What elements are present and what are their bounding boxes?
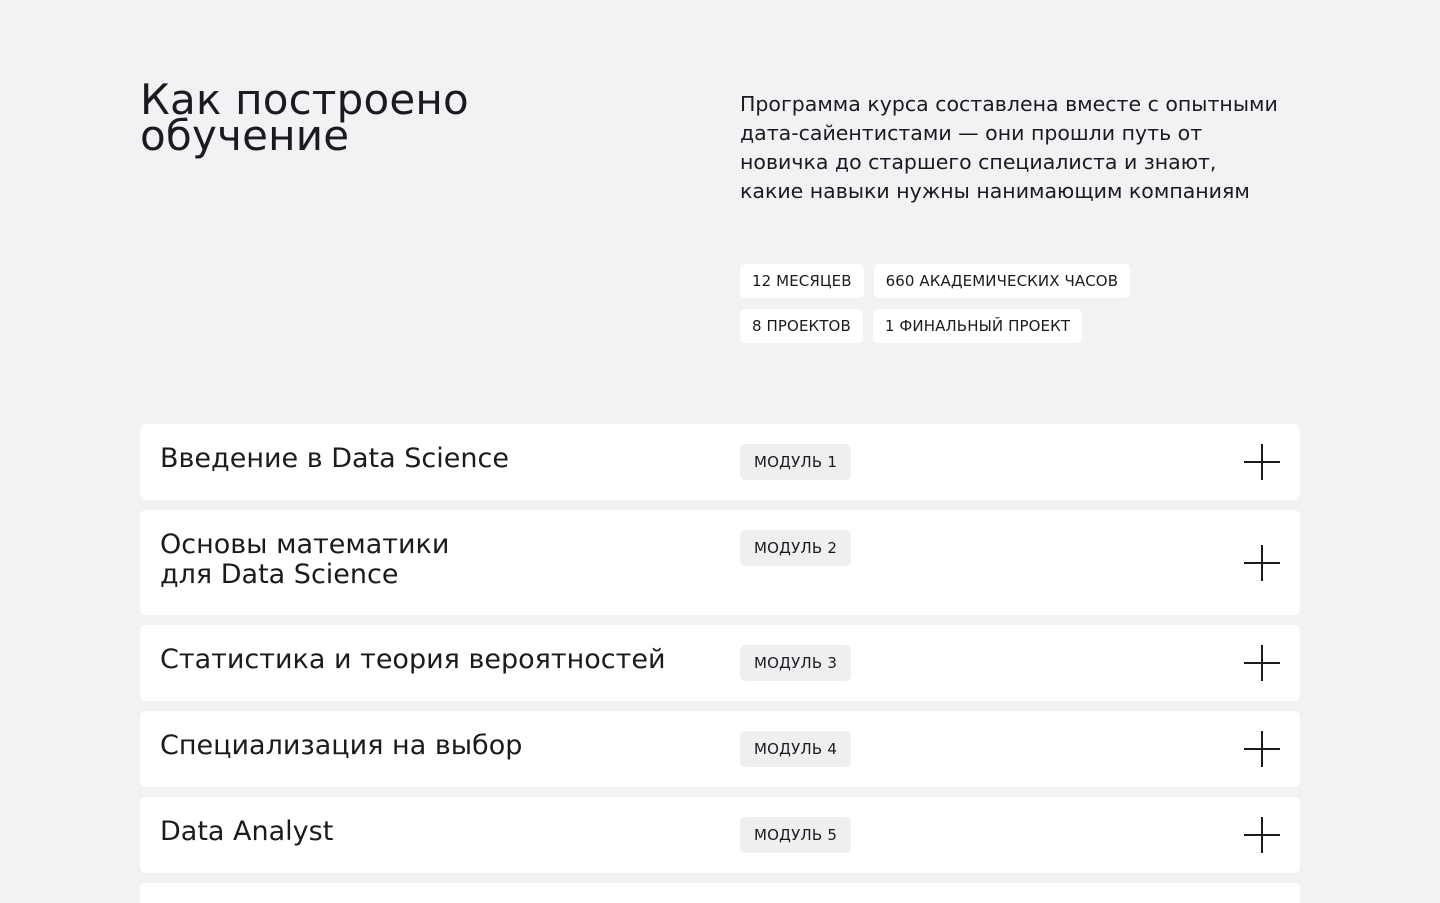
module-item-1[interactable]: Введение в Data Science МОДУЛЬ 1: [140, 424, 1300, 500]
course-facts: 12 МЕСЯЦЕВ 660 АКАДЕМИЧЕСКИХ ЧАСОВ 8 ПРО…: [740, 264, 1300, 354]
plus-icon[interactable]: [1244, 645, 1280, 681]
module-badge: МОДУЛЬ 3: [740, 645, 852, 681]
module-item-next-partial[interactable]: [140, 883, 1300, 903]
plus-icon[interactable]: [1244, 817, 1280, 853]
module-badge: МОДУЛЬ 5: [740, 817, 852, 853]
module-badge: МОДУЛЬ 1: [740, 444, 852, 480]
module-badge: МОДУЛЬ 4: [740, 731, 852, 767]
course-facts-row: 12 МЕСЯЦЕВ 660 АКАДЕМИЧЕСКИХ ЧАСОВ: [740, 264, 1300, 298]
module-title: Статистика и теория вероятностей: [160, 644, 666, 675]
fact-tag-projects: 8 ПРОЕКТОВ: [740, 309, 863, 343]
fact-tag-duration: 12 МЕСЯЦЕВ: [740, 264, 864, 298]
plus-icon[interactable]: [1244, 544, 1280, 581]
plus-icon[interactable]: [1244, 731, 1280, 767]
fact-tag-final-project: 1 ФИНАЛЬНЫЙ ПРОЕКТ: [872, 309, 1083, 343]
module-item-5[interactable]: Data Analyst МОДУЛЬ 5: [140, 797, 1300, 873]
module-title: Data Analyst: [160, 816, 334, 847]
program-description: Программа курса составлена вместе с опыт…: [740, 92, 1278, 203]
module-accordion: Введение в Data Science МОДУЛЬ 1 Основы …: [140, 424, 1300, 883]
module-item-3[interactable]: Статистика и теория вероятностей МОДУЛЬ …: [140, 625, 1300, 701]
module-item-2[interactable]: Основы математики для Data Science МОДУЛ…: [140, 510, 1300, 615]
module-item-4[interactable]: Специализация на выбор МОДУЛЬ 4: [140, 711, 1300, 787]
module-title: Введение в Data Science: [160, 443, 509, 474]
page-title: Как построено обучение: [140, 75, 469, 160]
module-title: Основы математики для Data Science: [160, 529, 450, 590]
plus-icon[interactable]: [1244, 444, 1280, 480]
fact-tag-hours: 660 АКАДЕМИЧЕСКИХ ЧАСОВ: [873, 264, 1131, 298]
course-facts-row: 8 ПРОЕКТОВ 1 ФИНАЛЬНЫЙ ПРОЕКТ: [740, 309, 1300, 343]
module-badge: МОДУЛЬ 2: [740, 530, 852, 566]
module-title: Специализация на выбор: [160, 730, 523, 761]
